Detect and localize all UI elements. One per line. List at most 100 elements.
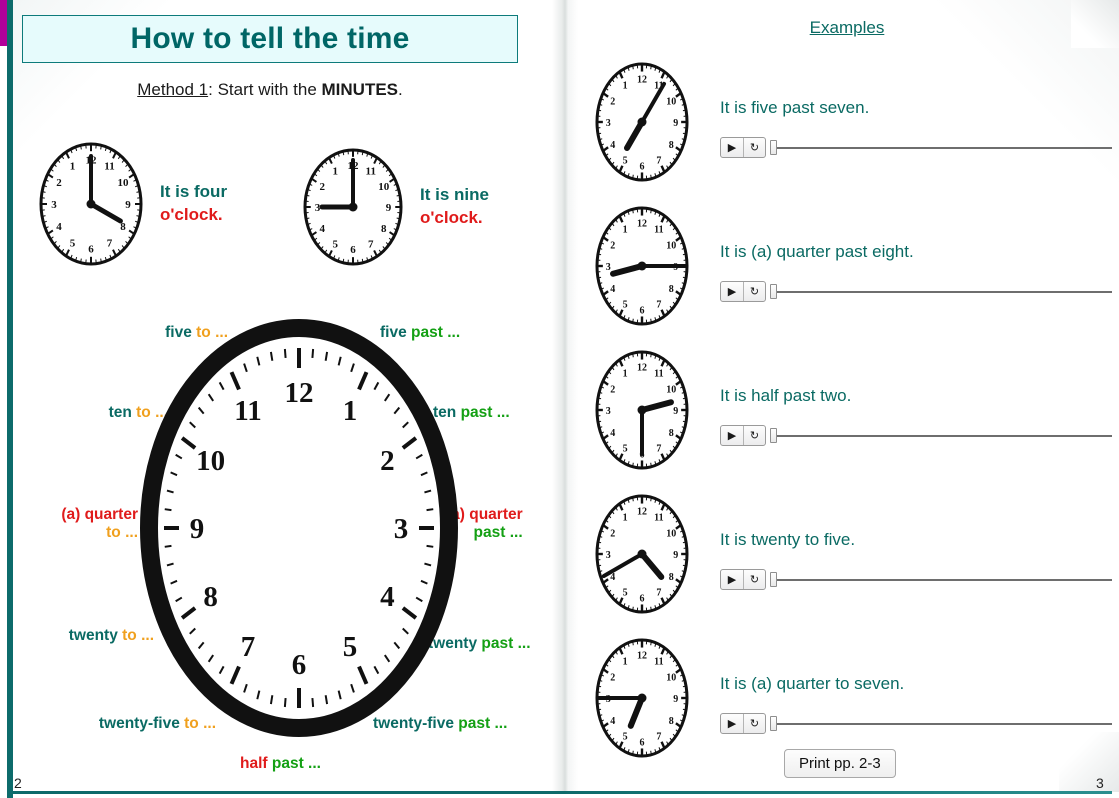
svg-text:5: 5 [623, 732, 628, 743]
svg-text:6: 6 [640, 738, 645, 749]
seek-thumb[interactable] [770, 140, 777, 155]
svg-text:4: 4 [610, 428, 615, 439]
seek-track[interactable] [777, 578, 1112, 581]
ring-label-half-past: half past ... [240, 755, 321, 772]
clock-face-four-oclock: 121234567891011 [39, 142, 143, 266]
svg-text:6: 6 [640, 306, 645, 317]
example-clock-face: 121234567891011 [595, 350, 689, 470]
svg-text:8: 8 [669, 572, 674, 583]
seek-track[interactable] [777, 146, 1112, 149]
play-icon[interactable]: ▶ [721, 714, 743, 733]
svg-text:9: 9 [125, 199, 131, 211]
svg-text:9: 9 [386, 202, 392, 214]
svg-text:7: 7 [656, 588, 661, 599]
seek-thumb[interactable] [770, 284, 777, 299]
seek-track[interactable] [777, 722, 1112, 725]
svg-text:4: 4 [610, 140, 615, 151]
svg-text:3: 3 [51, 199, 57, 211]
seek-track[interactable] [777, 434, 1112, 437]
seek-bar[interactable] [770, 428, 1112, 443]
svg-text:5: 5 [623, 588, 628, 599]
svg-text:11: 11 [366, 165, 376, 177]
svg-text:5: 5 [623, 444, 628, 455]
svg-text:9: 9 [673, 694, 678, 705]
svg-text:10: 10 [666, 528, 676, 539]
caption-line-2: o'clock. [160, 205, 223, 224]
svg-text:6: 6 [640, 594, 645, 605]
seek-track[interactable] [777, 290, 1112, 293]
page-title-box: How to tell the time [22, 15, 518, 63]
seek-thumb[interactable] [770, 572, 777, 587]
svg-text:10: 10 [378, 181, 390, 193]
replay-icon[interactable]: ↻ [743, 426, 765, 445]
ring-label-twenty-to: twenty to ... [68, 627, 154, 644]
svg-text:11: 11 [654, 512, 663, 523]
svg-text:8: 8 [669, 716, 674, 727]
svg-text:8: 8 [381, 223, 387, 235]
svg-text:2: 2 [319, 181, 325, 193]
audio-player: ▶ ↻ [720, 569, 1112, 590]
play-icon[interactable]: ▶ [721, 282, 743, 301]
svg-text:11: 11 [654, 224, 663, 235]
example-row: 12 1 2 3 4 5 6 7 8 9 10 11 It is five past seven. ▶ ↻ [592, 60, 1112, 200]
example-clock-face: 121234567891011 [595, 62, 689, 182]
player-button-group: ▶ ↻ [720, 425, 766, 446]
big-clock-face: 12 12 3 45 6 78 9 10 11 [140, 319, 458, 737]
seek-bar[interactable] [770, 716, 1112, 731]
svg-text:2: 2 [610, 96, 615, 107]
print-button[interactable]: Print pp. 2-3 [784, 749, 896, 778]
svg-text:5: 5 [343, 631, 358, 663]
svg-text:2: 2 [380, 445, 395, 477]
svg-text:3: 3 [394, 513, 409, 545]
svg-text:6: 6 [88, 243, 94, 255]
svg-text:5: 5 [70, 237, 76, 249]
play-icon[interactable]: ▶ [721, 426, 743, 445]
replay-icon[interactable]: ↻ [743, 282, 765, 301]
svg-text:8: 8 [669, 140, 674, 151]
svg-text:11: 11 [104, 161, 114, 173]
svg-text:9: 9 [673, 406, 678, 417]
svg-text:6: 6 [640, 162, 645, 173]
svg-text:12: 12 [637, 219, 647, 230]
svg-text:7: 7 [656, 300, 661, 311]
svg-text:10: 10 [118, 177, 130, 189]
svg-text:1: 1 [623, 512, 628, 523]
method-label: Method 1 [137, 80, 209, 99]
svg-text:2: 2 [610, 672, 615, 683]
replay-icon[interactable]: ↻ [743, 570, 765, 589]
example-sentence: It is (a) quarter past eight. [720, 242, 914, 261]
svg-text:12: 12 [637, 363, 647, 374]
svg-text:2: 2 [610, 528, 615, 539]
svg-text:1: 1 [623, 224, 628, 235]
bottom-rule [7, 791, 1112, 794]
example-row: 121234567891011It is (a) quarter past ei… [592, 204, 1112, 344]
clock-face-nine-oclock: 121234567891011 [303, 148, 403, 266]
svg-text:1: 1 [70, 161, 76, 173]
audio-player: ▶ ↻ [720, 281, 1112, 302]
svg-text:11: 11 [654, 368, 663, 379]
replay-icon[interactable]: ↻ [743, 714, 765, 733]
play-icon[interactable]: ▶ [721, 570, 743, 589]
seek-bar[interactable] [770, 572, 1112, 587]
seek-bar[interactable] [770, 284, 1112, 299]
svg-text:9: 9 [673, 550, 678, 561]
svg-text:4: 4 [610, 716, 615, 727]
seek-thumb[interactable] [770, 716, 777, 731]
svg-text:8: 8 [669, 284, 674, 295]
svg-text:1: 1 [332, 165, 338, 177]
svg-text:2: 2 [610, 240, 615, 251]
svg-text:12: 12 [637, 651, 647, 662]
replay-icon[interactable]: ↻ [743, 138, 765, 157]
example-sentence: It is twenty to five. [720, 530, 856, 549]
ring-label-quarter-to: (a) quarter to ... [61, 506, 138, 541]
big-clock-diagram: five to ... ten to ... (a) quarter to ..… [18, 308, 546, 778]
play-icon[interactable]: ▶ [721, 138, 743, 157]
mini-clock-row-1: 121234567891011 It is four o'clock. [36, 140, 227, 268]
caption-line-1: It is four [160, 182, 228, 202]
svg-text:10: 10 [666, 672, 676, 683]
audio-player: ▶ ↻ [720, 425, 1112, 446]
seek-bar[interactable] [770, 140, 1112, 155]
seek-thumb[interactable] [770, 428, 777, 443]
worksheet-page: How to tell the time Method 1: Start wit… [0, 0, 1119, 798]
svg-text:3: 3 [606, 406, 611, 417]
